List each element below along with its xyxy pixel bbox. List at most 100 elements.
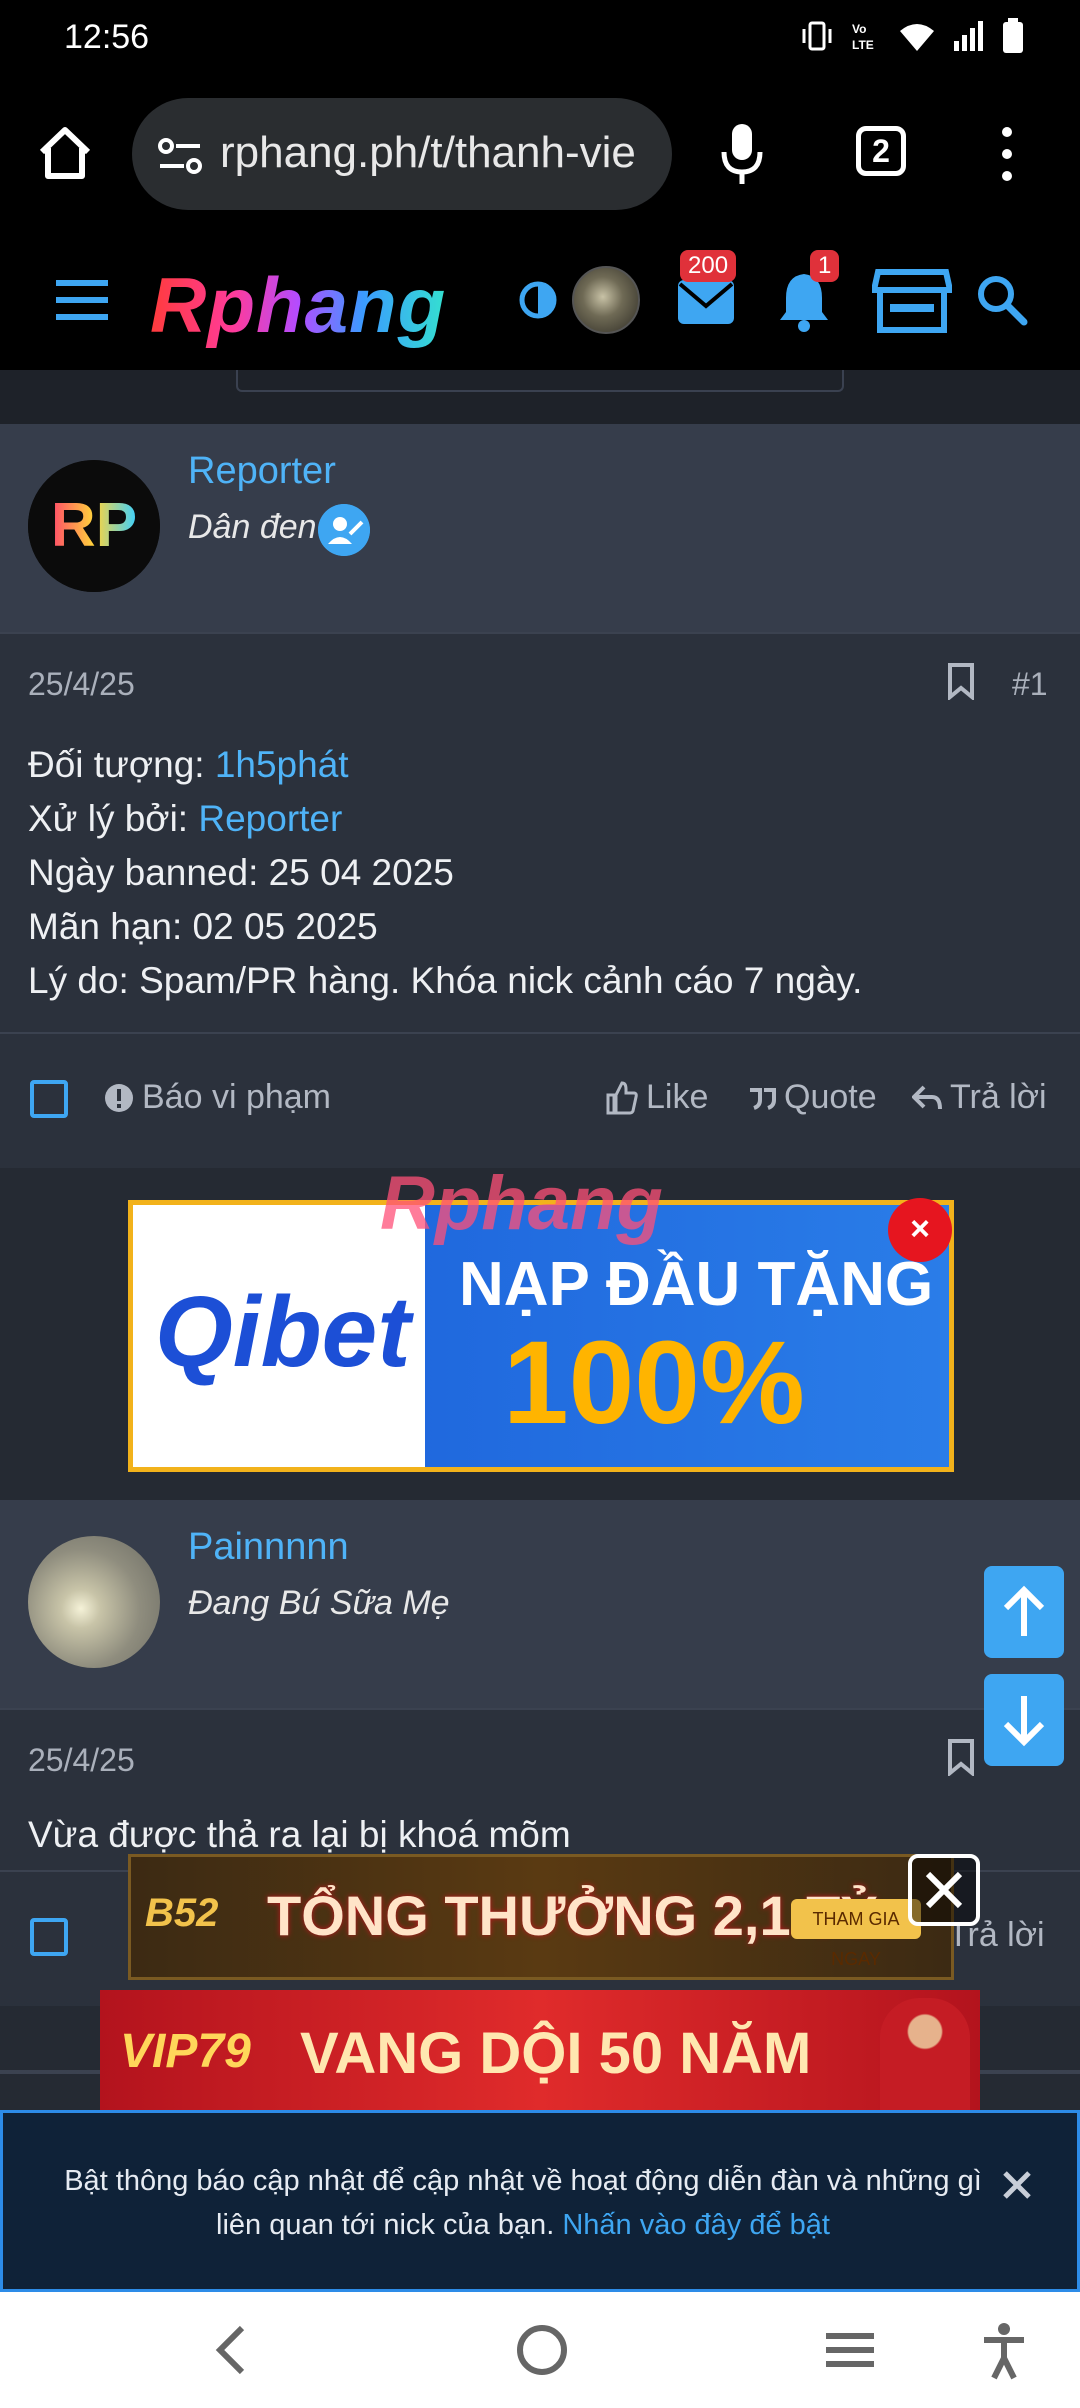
select-checkbox-2[interactable] (30, 1918, 68, 1956)
post-date-2[interactable]: 25/4/25 (28, 1742, 135, 1779)
b52-headline: TỔNG THƯỞNG 2,1 TỶ (267, 1884, 878, 1947)
author-avatar[interactable]: RP (28, 460, 160, 592)
post-author-header-2: Painnnnn Đang Bú Sữa Mẹ (0, 1500, 1080, 1708)
vip79-ad-banner[interactable]: VIP79 VANG DỘI 50 NĂM (100, 1990, 980, 2110)
like-label: Like (646, 1078, 709, 1116)
report-button[interactable]: Báo vi phạm (104, 1078, 331, 1117)
site-settings-icon[interactable] (158, 138, 202, 174)
post-line-handler: Xử lý bởi: Reporter (28, 798, 342, 840)
search-icon[interactable] (976, 274, 1028, 326)
post-line-ban-date: Ngày banned: 25 04 2025 (28, 852, 454, 893)
enable-notifications-link[interactable]: Nhấn vào đây để bật (562, 2209, 830, 2241)
arrow-up-icon (1003, 1585, 1045, 1636)
site-logo[interactable]: Rphang (150, 260, 446, 351)
handler-user-link[interactable]: Reporter (198, 798, 342, 839)
author-title-2: Đang Bú Sữa Mẹ (188, 1584, 450, 1622)
target-user-link[interactable]: 1h5phát (215, 744, 349, 785)
status-icons: Vo LTE (800, 18, 1024, 54)
system-nav-bar (0, 2292, 1080, 2408)
author-username-2[interactable]: Painnnnn (188, 1526, 349, 1569)
post-line-target: Đối tượng: 1h5phát (28, 744, 349, 786)
post-actions: Báo vi phạm Like Quote Trả lời (0, 1032, 1080, 1168)
qibet-brand: Qibet (155, 1276, 411, 1388)
signal-icon (954, 21, 983, 51)
ad-site-watermark: Rphang (380, 1161, 663, 1246)
battery-icon (1003, 18, 1023, 53)
notification-text: Bật thông báo cập nhật để cập nhật về ho… (64, 2165, 982, 2241)
post-content-2: Vừa được thả ra lại bị khoá mõm (28, 1814, 571, 1855)
pagination-strip (0, 370, 1080, 424)
hamburger-menu-icon[interactable] (56, 278, 108, 322)
close-icon (925, 1871, 963, 1909)
store-icon[interactable] (872, 268, 952, 334)
svg-text:RP: RP (51, 491, 137, 560)
accessibility-icon[interactable] (980, 2322, 1028, 2380)
vip79-player-image (880, 1998, 970, 2110)
post-line-reason: Lý do: Spam/PR hàng. Khóa nick cảnh cáo … (28, 960, 863, 1001)
inbox-badge: 200 (680, 250, 737, 282)
notification-prompt: Bật thông báo cập nhật để cập nhật về ho… (0, 2110, 1080, 2292)
browser-toolbar: rphang.ph/t/thanh-vie 2 (0, 82, 1080, 230)
verified-badge-icon (318, 504, 370, 556)
vip79-brand: VIP79 (120, 2025, 251, 2078)
reply-label: Trả lời (950, 1078, 1047, 1116)
quote-icon (750, 1087, 776, 1110)
report-label: Báo vi phạm (142, 1078, 331, 1116)
wifi-icon (900, 24, 934, 51)
post-body-2: 25/4/25 Vừa được thả ra lại bị khoá mõm (0, 1710, 1080, 1870)
home-nav-icon[interactable] (514, 2322, 570, 2378)
status-time: 12:56 (64, 18, 150, 56)
svg-text:Vo: Vo (852, 22, 866, 36)
rp-avatar-image: RP (28, 460, 160, 592)
like-button[interactable]: Like (604, 1078, 708, 1117)
home-icon[interactable] (34, 122, 96, 184)
post-number[interactable]: #1 (1012, 666, 1048, 703)
site-header: Rphang 200 1 (0, 230, 1080, 370)
qibet-percent: 100% (503, 1317, 805, 1449)
quote-button[interactable]: Quote (748, 1078, 877, 1117)
status-bar: 12:56 Vo LTE (0, 0, 1080, 82)
b52-cta[interactable]: THAM GIA NGAY (791, 1899, 921, 1969)
vip79-headline: VANG DỘI 50 NĂM (300, 2021, 812, 2086)
vibrate-icon (802, 21, 832, 51)
close-icon[interactable] (999, 2167, 1035, 2203)
reply-button[interactable]: Trả lời (912, 1078, 1047, 1117)
volte-icon: Vo LTE (852, 22, 874, 52)
b52-ad-banner[interactable]: B52 TỔNG THƯỞNG 2,1 TỶ THAM GIA NGAY (128, 1854, 954, 1980)
url-text[interactable]: rphang.ph/t/thanh-vie (220, 128, 660, 178)
address-bar[interactable]: rphang.ph/t/thanh-vie (132, 98, 672, 210)
bookmark-icon-2[interactable] (946, 1738, 976, 1776)
microphone-icon[interactable] (718, 122, 766, 186)
post-line-expiry: Mãn hạn: 02 05 2025 (28, 906, 378, 947)
ad-close-button[interactable]: × (888, 1198, 952, 1262)
user-avatar[interactable] (572, 266, 640, 334)
arrow-down-icon (1003, 1696, 1045, 1747)
theme-toggle-icon[interactable] (518, 280, 558, 320)
post-body: 25/4/25 #1 Đối tượng: 1h5phát Xử lý bởi:… (0, 634, 1080, 1032)
select-checkbox[interactable] (30, 1080, 68, 1118)
pagination-edge (236, 370, 844, 392)
reply-icon (912, 1085, 942, 1109)
back-icon[interactable] (210, 2322, 250, 2378)
author-username[interactable]: Reporter (188, 450, 336, 493)
author-avatar-2[interactable] (28, 1536, 160, 1668)
svg-text:LTE: LTE (852, 38, 874, 52)
scroll-bottom-button[interactable] (984, 1674, 1064, 1766)
warning-icon (105, 1083, 133, 1112)
bookmark-icon[interactable] (946, 662, 976, 700)
more-menu-icon[interactable] (994, 126, 1020, 182)
b52-close-button[interactable] (908, 1854, 980, 1926)
author-title: Dân đen (188, 508, 317, 546)
quote-label: Quote (784, 1078, 877, 1116)
target-label: Đối tượng: (28, 744, 215, 785)
post-date[interactable]: 25/4/25 (28, 666, 135, 703)
qibet-headline: NẠP ĐẦU TẶNG (459, 1250, 934, 1319)
thumbs-up-icon (606, 1080, 638, 1114)
tab-switcher-button[interactable]: 2 (856, 126, 906, 176)
notification-message: Bật thông báo cập nhật để cập nhật về ho… (53, 2159, 993, 2247)
scroll-top-button[interactable] (984, 1566, 1064, 1658)
b52-brand: B52 (145, 1891, 219, 1935)
post-author-header: RP Reporter Dân đen (0, 424, 1080, 632)
handler-label: Xử lý bởi: (28, 798, 199, 839)
recents-icon[interactable] (824, 2322, 876, 2378)
